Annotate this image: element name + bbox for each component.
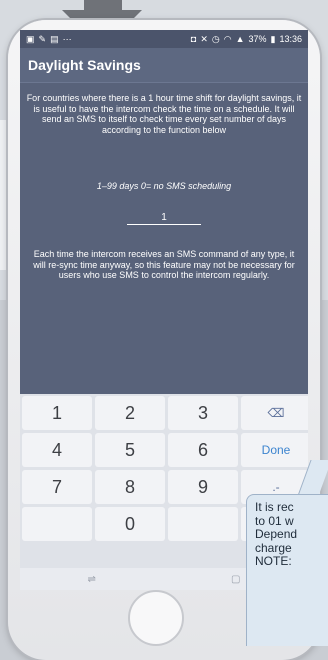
status-left: ▣ ✎ ▤ ⋯ <box>26 34 72 45</box>
alarm-icon: ◷ <box>211 33 220 44</box>
app-bar: Daylight Savings <box>20 48 308 83</box>
wifi-icon: ◠ <box>223 33 232 44</box>
key-2[interactable]: 2 <box>95 396 165 430</box>
callout-line: It is rec <box>255 500 294 514</box>
status-right: ◘ ✕ ◷ ◠ ▲ 37% ▮ 13:36 <box>191 34 302 45</box>
key-3[interactable]: 3 <box>168 396 238 430</box>
description-text: For countries where there is a 1 hour ti… <box>26 93 302 135</box>
more-icon: ⋯ <box>62 33 72 44</box>
days-input[interactable] <box>127 211 201 225</box>
days-input-wrapper <box>20 211 308 225</box>
home-button[interactable] <box>128 590 184 646</box>
nfc-icon: ◘ <box>190 34 197 44</box>
mute-icon: ✕ <box>200 33 208 44</box>
backspace-key[interactable]: ⌫ <box>241 396 308 430</box>
status-bar: ▣ ✎ ▤ ⋯ ◘ ✕ ◷ ◠ ▲ 37% ▮ 13:36 <box>20 30 308 48</box>
edit-icon: ✎ <box>38 33 47 44</box>
key-4[interactable]: 4 <box>22 433 92 467</box>
back-nav-icon[interactable]: ⇌ <box>88 574 96 585</box>
callout-line: Depend <box>255 527 298 541</box>
key-8[interactable]: 8 <box>95 470 165 504</box>
callout-line: NOTE: <box>255 554 292 568</box>
key-0[interactable]: 0 <box>95 507 165 541</box>
callout-line: to 01 w <box>255 513 294 528</box>
key-5[interactable]: 5 <box>95 433 165 467</box>
key-9[interactable]: 9 <box>168 470 238 504</box>
key-blank-left[interactable] <box>22 507 92 541</box>
clock: 13:36 <box>279 34 302 44</box>
message-icon: ▤ <box>50 33 59 44</box>
signal-icon: ▲ <box>235 34 245 44</box>
key-1[interactable]: 1 <box>22 396 92 430</box>
image-icon: ▣ <box>26 33 35 44</box>
key-6[interactable]: 6 <box>168 433 238 467</box>
battery-text: 37% <box>248 34 267 44</box>
callout-line: charge <box>255 540 292 555</box>
home-nav-icon[interactable]: ▢ <box>231 574 240 585</box>
key-7[interactable]: 7 <box>22 470 92 504</box>
callout-box: It is rec to 01 w Depend charge NOTE: <box>246 494 328 646</box>
key-blank-mid[interactable] <box>168 507 238 541</box>
done-key[interactable]: Done <box>241 433 308 467</box>
note-text: Each time the intercom receives an SMS c… <box>33 249 295 280</box>
page-title: Daylight Savings <box>28 57 141 73</box>
battery-icon: ▮ <box>270 33 276 44</box>
range-hint: 1–99 days 0= no SMS scheduling <box>96 181 232 191</box>
